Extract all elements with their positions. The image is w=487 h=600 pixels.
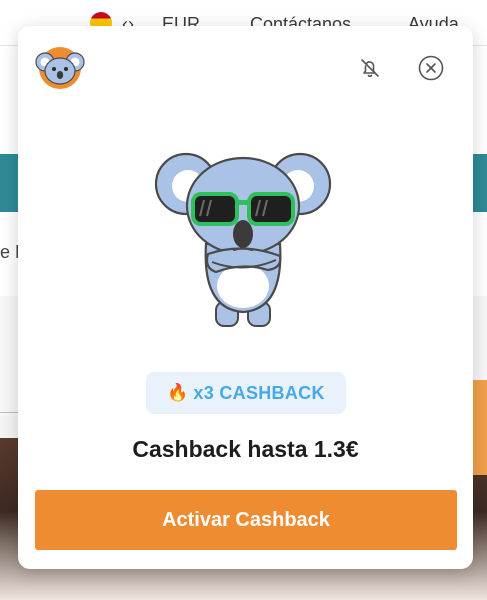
background-divider [0,412,20,413]
close-circle-icon [418,55,444,81]
badge-label: x3 CASHBACK [193,382,325,403]
koala-logo-icon [35,47,85,89]
fire-icon: 🔥 [167,383,189,402]
cashback-headline: Cashback hasta 1.3€ [132,436,359,462]
close-button[interactable] [417,54,445,82]
activate-cashback-button[interactable]: Activar Cashback [35,490,457,550]
koala-sunglasses-illustration [154,152,332,327]
cashback-multiplier-badge: 🔥 x3 CASHBACK [146,372,346,414]
cashback-popup: 🔥 x3 CASHBACK Cashback hasta 1.3€ Activa… [18,26,473,569]
mute-notifications-button[interactable] [356,54,384,82]
bell-off-icon [361,59,379,78]
